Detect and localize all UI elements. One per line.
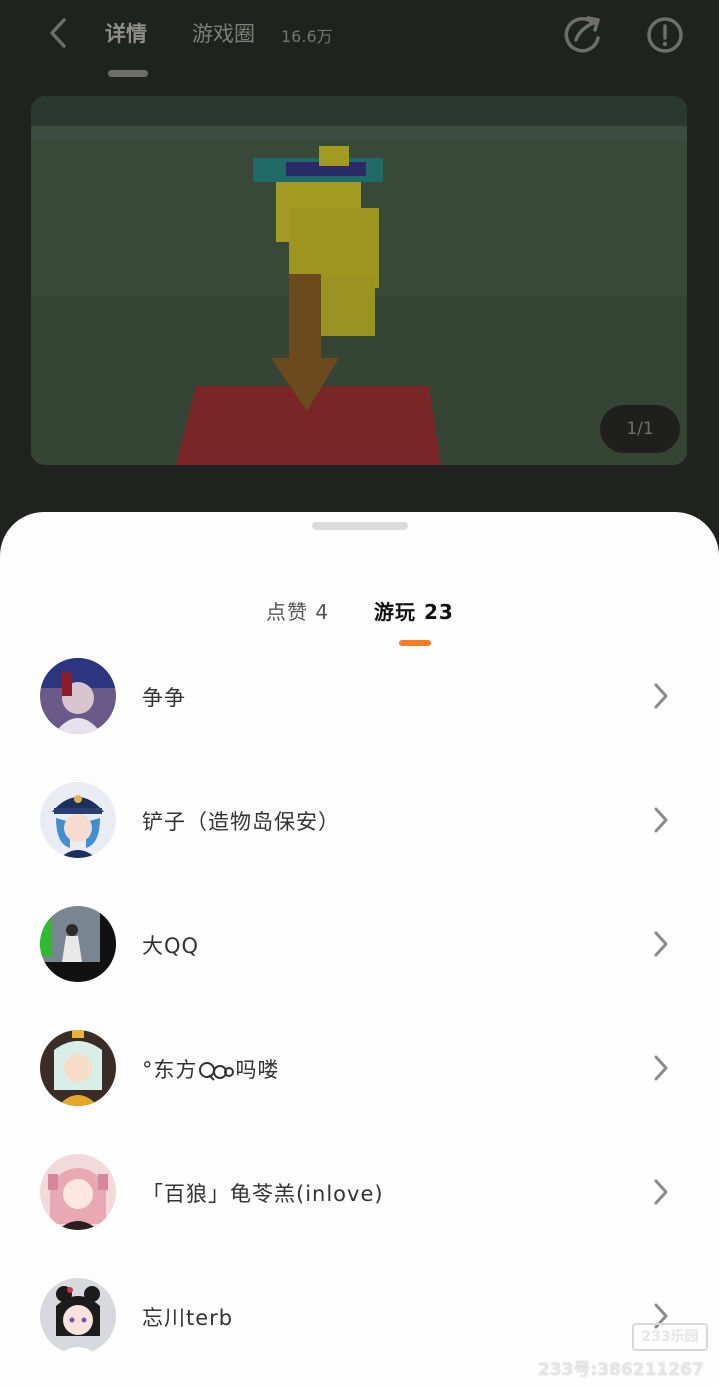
list-item[interactable]: °东方 吗喽 <box>0 1006 719 1130</box>
tab-details[interactable]: 详情 <box>105 18 147 48</box>
avatar-icon <box>40 782 116 858</box>
players-sheet: 点赞 4 游玩 23 争争 铲子（造物岛保安） 大QQ °东方 吗喽 「百狼」龟… <box>0 512 719 1387</box>
list-item[interactable]: 「百狼」龟苓羔(inlove) <box>0 1130 719 1254</box>
user-name: 铲子（造物岛保安） <box>142 810 340 834</box>
user-name: °东方 吗喽 <box>142 1054 280 1084</box>
loop-decoration-icon <box>198 1062 234 1081</box>
user-name: 忘川terb <box>142 1306 234 1330</box>
watermark-account: 233号:386211267 <box>538 1360 704 1380</box>
chevron-right-icon <box>654 683 668 709</box>
top-bar: 详情 游戏圈 16.6万 <box>0 0 719 80</box>
avatar-icon <box>40 658 116 734</box>
user-name-suffix: 吗喽 <box>235 1058 280 1082</box>
avatar-icon <box>40 1030 116 1106</box>
game-screenshot[interactable] <box>31 96 687 465</box>
tab-game-circle[interactable]: 游戏圈 <box>192 18 255 48</box>
game-scene-image <box>31 96 687 465</box>
user-name: 「百狼」龟苓羔(inlove) <box>142 1182 384 1206</box>
drag-handle[interactable] <box>312 522 408 530</box>
avatar-icon <box>40 1278 116 1354</box>
share-icon[interactable] <box>562 14 604 54</box>
chevron-right-icon <box>654 807 668 833</box>
list-item[interactable]: 铲子（造物岛保安） <box>0 758 719 882</box>
avatar-icon <box>40 906 116 982</box>
list-item[interactable]: 争争 <box>0 634 719 758</box>
chevron-right-icon <box>654 931 668 957</box>
game-circle-count: 16.6万 <box>281 27 333 46</box>
report-icon[interactable] <box>644 14 686 56</box>
tab-underline <box>108 70 148 77</box>
user-name: 大QQ <box>142 934 200 958</box>
page-indicator: 1/1 <box>600 405 680 453</box>
user-name-prefix: °东方 <box>142 1058 198 1082</box>
list-item[interactable]: 大QQ <box>0 882 719 1006</box>
back-arrow-icon[interactable] <box>44 14 74 52</box>
tab-plays[interactable]: 游玩 23 <box>374 596 454 625</box>
tab-likes[interactable]: 点赞 4 <box>266 596 329 625</box>
avatar-icon <box>40 1154 116 1230</box>
chevron-right-icon <box>654 1179 668 1205</box>
chevron-right-icon <box>654 1055 668 1081</box>
user-name: 争争 <box>142 686 186 710</box>
watermark-logo: 233乐园 <box>632 1323 708 1351</box>
